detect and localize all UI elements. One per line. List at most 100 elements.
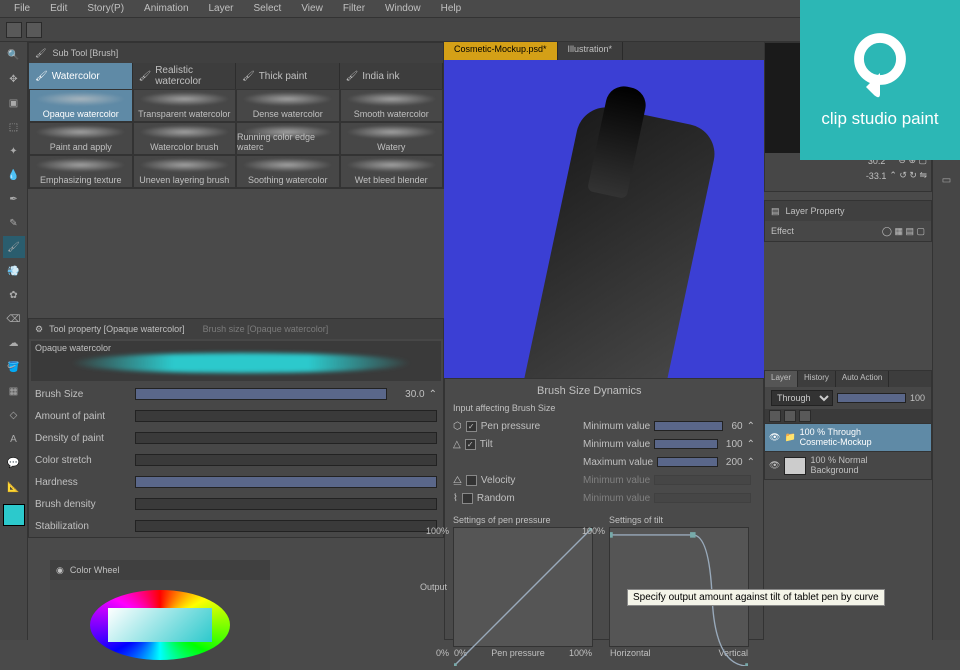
- logo-icon: [845, 31, 915, 101]
- doc-tab[interactable]: Illustration*: [558, 42, 624, 60]
- ruler-icon[interactable]: 📐: [3, 476, 25, 498]
- tab-autoaction[interactable]: Auto Action: [836, 371, 889, 387]
- brush-grid: Opaque watercolor Transparent watercolor…: [29, 89, 443, 188]
- colorwheel-panel: ◉ Color Wheel: [50, 560, 270, 670]
- folder-icon: 📁: [784, 432, 795, 443]
- menu-layer[interactable]: Layer: [199, 3, 244, 14]
- blend-icon[interactable]: ☁: [3, 332, 25, 354]
- brush-icon[interactable]: 🖌: [3, 236, 25, 258]
- brush-watercolor[interactable]: Watercolor brush: [133, 122, 237, 155]
- brush-watery[interactable]: Watery: [340, 122, 444, 155]
- gradient-icon[interactable]: ▦: [3, 380, 25, 402]
- toolbar-icon[interactable]: [6, 22, 22, 38]
- toolprop-title: Tool property [Opaque watercolor]: [49, 324, 185, 334]
- menu-view[interactable]: View: [291, 3, 333, 14]
- slider-max[interactable]: [657, 457, 718, 467]
- brush-uneven[interactable]: Uneven layering brush: [133, 155, 237, 188]
- prop-stretch[interactable]: Color stretch: [29, 449, 443, 471]
- prop-stabilization[interactable]: Stabilization: [29, 515, 443, 537]
- cb-tilt[interactable]: ✓: [465, 439, 476, 450]
- foreground-color[interactable]: [3, 504, 25, 526]
- balloon-icon[interactable]: 💬: [3, 452, 25, 474]
- eraser-icon[interactable]: ⌫: [3, 308, 25, 330]
- brush-name: Opaque watercolor: [35, 343, 111, 353]
- opacity-slider[interactable]: [837, 393, 906, 403]
- brush-soothing[interactable]: Soothing watercolor: [236, 155, 340, 188]
- tilt-curve[interactable]: 100% HorizontalVertical: [609, 527, 749, 647]
- color-wheel[interactable]: [90, 590, 230, 660]
- brush-dense[interactable]: Dense watercolor: [236, 89, 340, 122]
- fill-icon[interactable]: 🪣: [3, 356, 25, 378]
- lock-icon[interactable]: [784, 410, 796, 422]
- pencil-icon[interactable]: ✎: [3, 212, 25, 234]
- lock-icon[interactable]: [799, 410, 811, 422]
- effect-icons[interactable]: ◯ ▦ ▤ ▢: [882, 226, 925, 237]
- brush-paintapply[interactable]: Paint and apply: [29, 122, 133, 155]
- colorwheel-title: Color Wheel: [70, 565, 120, 575]
- airbrush-icon[interactable]: 💨: [3, 260, 25, 282]
- brush-opaque[interactable]: Opaque watercolor: [29, 89, 133, 122]
- tab-indiaink[interactable]: 🖌India ink: [340, 63, 444, 89]
- cb-random[interactable]: [462, 493, 473, 504]
- menu-animation[interactable]: Animation: [134, 3, 198, 14]
- text-icon[interactable]: A: [3, 428, 25, 450]
- menu-filter[interactable]: Filter: [333, 3, 375, 14]
- folder-icon[interactable]: ▭: [936, 169, 958, 191]
- prop-brushsize[interactable]: Brush Size30.0⌃: [29, 383, 443, 405]
- layerprop-title: Layer Property: [786, 206, 845, 216]
- layer-item-background[interactable]: 👁 100 % NormalBackground: [765, 451, 931, 479]
- crop-icon[interactable]: ▣: [3, 92, 25, 114]
- shape-icon[interactable]: ◇: [3, 404, 25, 426]
- dynamics-title: Brush Size Dynamics: [537, 385, 755, 397]
- tool-property-panel: ⚙ Tool property [Opaque watercolor] Brus…: [28, 318, 444, 538]
- brush-wetbleed[interactable]: Wet bleed blender: [340, 155, 444, 188]
- eye-icon[interactable]: 👁: [769, 432, 780, 443]
- tab-watercolor[interactable]: 🖌Watercolor: [29, 63, 133, 89]
- eye-icon[interactable]: 👁: [769, 460, 780, 471]
- slider-min2[interactable]: [654, 439, 718, 449]
- brush-texture[interactable]: Emphasizing texture: [29, 155, 133, 188]
- cb-velocity[interactable]: [466, 475, 477, 486]
- menu-edit[interactable]: Edit: [40, 3, 77, 14]
- toolbar-icon[interactable]: [26, 22, 42, 38]
- subtool-tabs: 🖌Watercolor 🖌Realistic watercolor 🖌Thick…: [29, 63, 443, 89]
- colorwheel-icon: ◉: [56, 565, 64, 576]
- slider-min1[interactable]: [654, 421, 723, 431]
- angle-value: -33.1: [866, 171, 887, 181]
- brush-transparent[interactable]: Transparent watercolor: [133, 89, 237, 122]
- subtool-panel: 🖌 Sub Tool [Brush] 🖌Watercolor 🖌Realisti…: [28, 42, 444, 189]
- decoration-icon[interactable]: ✿: [3, 284, 25, 306]
- menu-select[interactable]: Select: [244, 3, 292, 14]
- blend-mode-select[interactable]: Through: [771, 390, 833, 406]
- cb-penpressure[interactable]: ✓: [466, 421, 477, 432]
- magnifier-icon[interactable]: 🔍: [3, 44, 25, 66]
- layer-item-mockup[interactable]: 👁 📁 100 % ThroughCosmetic-Mockup: [765, 423, 931, 451]
- graph1-title: Settings of pen pressure: [453, 515, 593, 525]
- prop-amount[interactable]: Amount of paint: [29, 405, 443, 427]
- brush-smooth[interactable]: Smooth watercolor: [340, 89, 444, 122]
- wand-icon[interactable]: ✦: [3, 140, 25, 162]
- brushsize-tab[interactable]: Brush size [Opaque watercolor]: [203, 324, 329, 334]
- tab-realistic[interactable]: 🖌Realistic watercolor: [133, 63, 237, 89]
- prop-density[interactable]: Density of paint: [29, 427, 443, 449]
- menu-file[interactable]: File: [4, 3, 40, 14]
- menu-window[interactable]: Window: [375, 3, 431, 14]
- tab-history[interactable]: History: [798, 371, 836, 387]
- menu-help[interactable]: Help: [431, 3, 472, 14]
- selection-icon[interactable]: ⬚: [3, 116, 25, 138]
- pressure-curve[interactable]: 100% Output 0% 0%Pen pressure100%: [453, 527, 593, 647]
- eyedropper-icon[interactable]: 💧: [3, 164, 25, 186]
- doc-tab-active[interactable]: Cosmetic-Mockup.psd*: [444, 42, 558, 60]
- tab-layer[interactable]: Layer: [765, 371, 798, 387]
- app-logo-badge: clip studio paint: [800, 0, 960, 160]
- menu-story[interactable]: Story(P): [77, 3, 134, 14]
- pen-icon[interactable]: ✒: [3, 188, 25, 210]
- brush-running[interactable]: Running color edge waterc: [236, 122, 340, 155]
- prop-hardness[interactable]: Hardness: [29, 471, 443, 493]
- opacity-value: 100: [910, 393, 925, 403]
- tab-thickpaint[interactable]: 🖌Thick paint: [236, 63, 340, 89]
- prop-brushdensity[interactable]: Brush density: [29, 493, 443, 515]
- brush-preview: Opaque watercolor: [31, 341, 441, 381]
- move-icon[interactable]: ✥: [3, 68, 25, 90]
- lock-icon[interactable]: [769, 410, 781, 422]
